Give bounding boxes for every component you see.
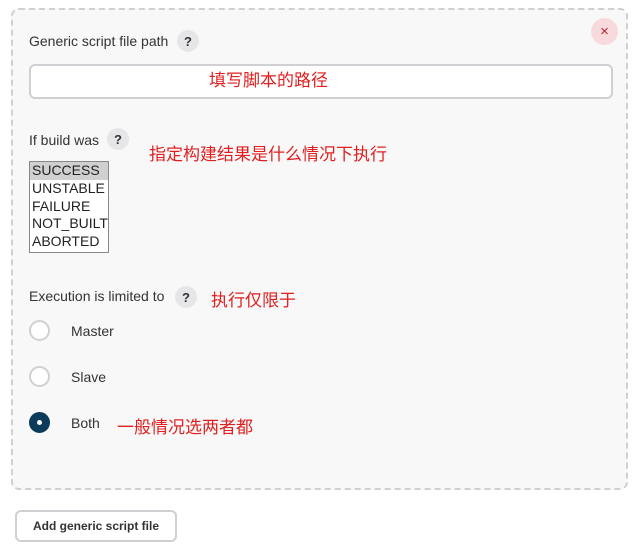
execution-help-icon[interactable]: ? bbox=[175, 286, 197, 308]
radio-slave-circle[interactable] bbox=[29, 366, 50, 387]
radio-master-label: Master bbox=[71, 322, 114, 339]
build-status-listbox[interactable]: SUCCESS UNSTABLE FAILURE NOT_BUILT ABORT… bbox=[29, 161, 109, 253]
radio-slave-label: Slave bbox=[71, 368, 107, 385]
radio-master[interactable]: Master bbox=[29, 320, 114, 341]
both-annotation: 一般情况选两者都 bbox=[117, 418, 253, 438]
build-status-option[interactable]: UNSTABLE bbox=[30, 180, 108, 198]
radio-both[interactable]: Both bbox=[29, 412, 100, 433]
radio-slave[interactable]: Slave bbox=[29, 366, 106, 387]
script-path-help-icon[interactable]: ? bbox=[177, 30, 199, 52]
build-status-annotation: 指定构建结果是什么情况下执行 bbox=[149, 145, 387, 165]
radio-both-label: Both bbox=[71, 414, 100, 431]
build-status-label: If build was bbox=[29, 132, 100, 148]
execution-annotation: 执行仅限于 bbox=[211, 291, 296, 311]
build-status-help-icon[interactable]: ? bbox=[107, 128, 129, 150]
radio-master-circle[interactable] bbox=[29, 320, 50, 341]
build-status-option[interactable]: SUCCESS bbox=[30, 162, 108, 180]
execution-label: Execution is limited to bbox=[29, 288, 165, 304]
close-icon[interactable]: × bbox=[591, 18, 618, 45]
build-status-option[interactable]: NOT_BUILT bbox=[30, 215, 108, 233]
build-status-option[interactable]: ABORTED bbox=[30, 233, 108, 251]
script-path-label: Generic script file path bbox=[29, 33, 169, 49]
radio-both-circle[interactable] bbox=[29, 412, 50, 433]
add-generic-script-button[interactable]: Add generic script file bbox=[15, 510, 177, 542]
script-path-annotation: 填写脚本的路径 bbox=[209, 71, 328, 91]
build-status-option[interactable]: FAILURE bbox=[30, 198, 108, 216]
